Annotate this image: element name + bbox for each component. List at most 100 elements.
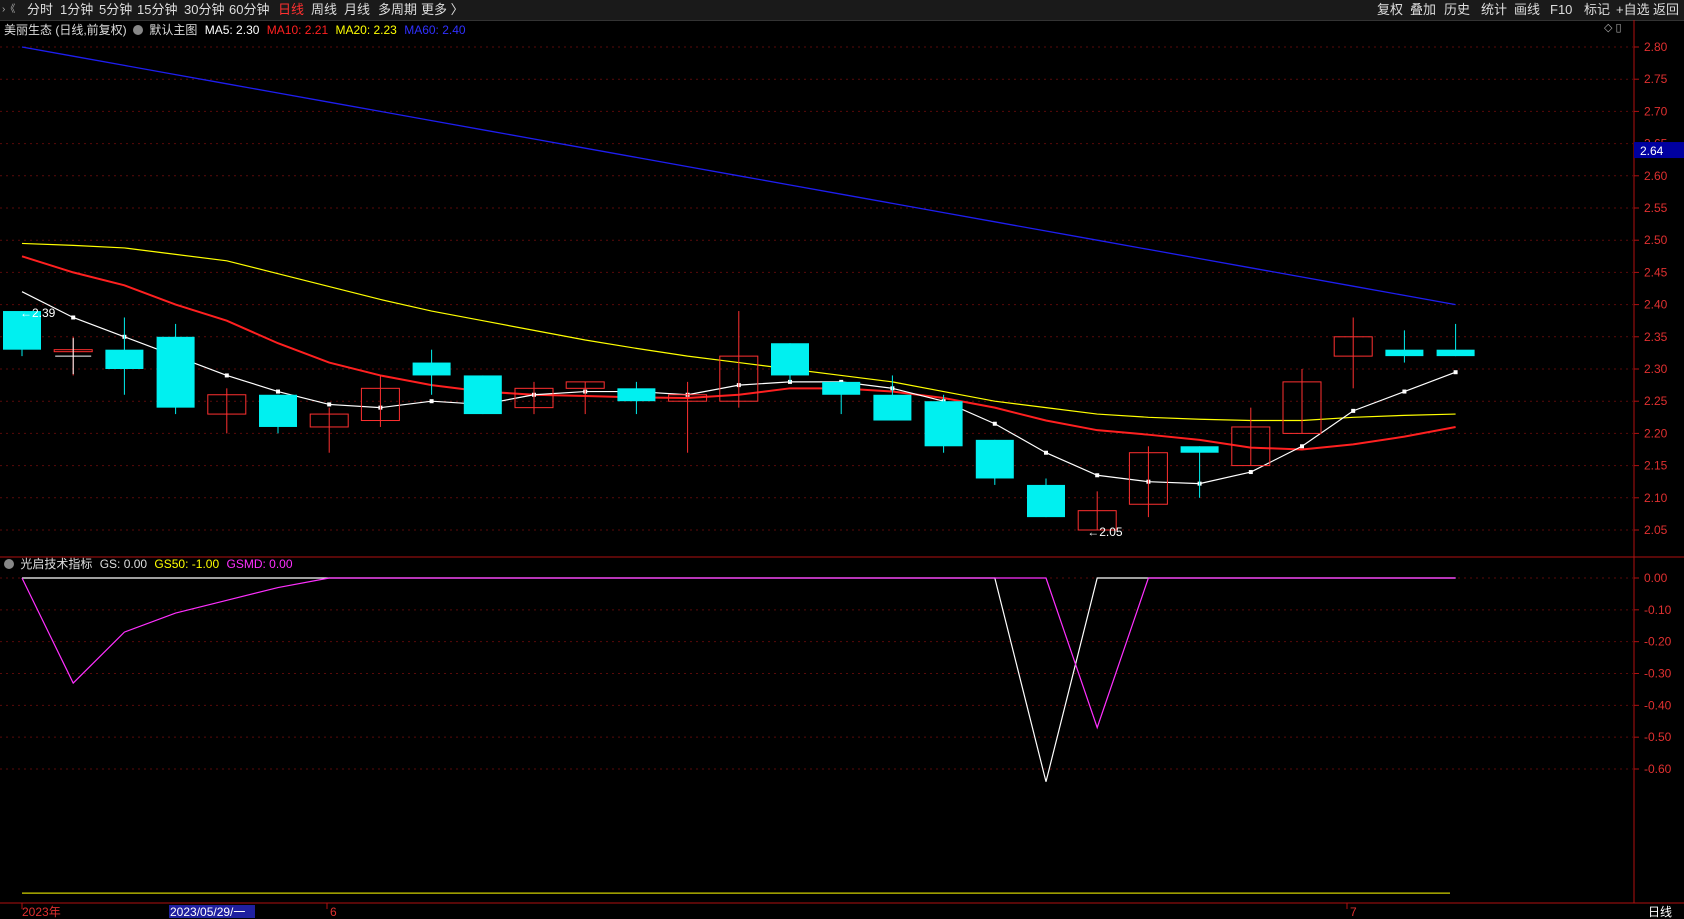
- candle-body: [617, 388, 656, 402]
- candle-body: [1180, 446, 1219, 453]
- period-tab-10[interactable]: 更多 〉: [421, 2, 464, 18]
- candle-body: [975, 439, 1014, 479]
- current-price-marker-text: 2.64: [1640, 144, 1664, 158]
- ma5-point: [992, 421, 997, 426]
- toolbar-right-button-6[interactable]: 标记: [1584, 2, 1610, 18]
- ma5-point: [1146, 479, 1151, 484]
- toolbar-right-button-4[interactable]: 画线: [1514, 2, 1540, 18]
- ma5-point: [173, 354, 178, 359]
- candle-body: [668, 394, 708, 402]
- ma10-line: [21, 255, 1456, 451]
- candle-body: [412, 362, 451, 376]
- period-tab-8[interactable]: 月线: [344, 2, 370, 18]
- ma5-point: [378, 405, 383, 410]
- stock-title: 美丽生态 (日线,前复权): [4, 23, 127, 37]
- price-tick-label: 2.10: [1644, 491, 1668, 505]
- period-tab-7[interactable]: 周线: [311, 2, 337, 18]
- candle-body: [822, 381, 861, 395]
- price-tick-label: 2.55: [1644, 201, 1668, 215]
- candle-body: [1333, 336, 1373, 357]
- period-tab-6[interactable]: 日线: [278, 2, 304, 18]
- indicator-title-bar: 光启技术指标 GS: 0.00 GS50: -1.00 GSMD: 0.00: [0, 555, 293, 573]
- candle-body: [53, 349, 93, 353]
- price-tick-label: 2.80: [1644, 40, 1668, 54]
- ma5-point: [736, 383, 741, 388]
- dropdown-circle-icon[interactable]: [133, 24, 144, 35]
- price-tick-label: 2.40: [1644, 298, 1668, 312]
- period-tab-2[interactable]: 5分钟: [99, 2, 132, 18]
- ma60-line: [21, 46, 1456, 306]
- period-tab-0[interactable]: 分时: [27, 2, 53, 18]
- ma5-point: [122, 334, 127, 339]
- candle-body: [719, 355, 759, 402]
- gsmd-label: GSMD: 0.00: [226, 557, 293, 571]
- candle-body: [309, 413, 349, 428]
- indicator-menu-icon[interactable]: [4, 558, 14, 569]
- toolbar-right-button-1[interactable]: 叠加: [1410, 2, 1436, 18]
- chart-tool-icons[interactable]: ◇ ▯: [1604, 21, 1622, 34]
- indicator-tick-label: -0.20: [1644, 635, 1672, 649]
- price-tick-label: 2.05: [1644, 523, 1668, 537]
- ma5-label: MA5: 2.30: [204, 23, 260, 37]
- ma5-point: [1197, 481, 1202, 486]
- price-tick-label: 2.60: [1644, 169, 1668, 183]
- price-tick-label: 2.75: [1644, 72, 1668, 86]
- gs50-label: GS50: -1.00: [154, 557, 220, 571]
- ma5-point: [1300, 444, 1304, 449]
- current-price-marker-box: [1634, 142, 1684, 159]
- cursor-date-label-bg: [169, 905, 255, 918]
- ma5-point: [224, 373, 229, 378]
- toolbar-right-button-5[interactable]: F10: [1550, 2, 1572, 18]
- indicator-tick-label: 0.00: [1644, 571, 1668, 585]
- gs-line: [22, 577, 1456, 782]
- price-tick-label: 2.45: [1644, 265, 1668, 279]
- ma5-point: [276, 389, 280, 394]
- ma5-point: [1402, 389, 1407, 394]
- toolbar-right-button-7[interactable]: +自选: [1616, 2, 1650, 18]
- toolbar-right-button-3[interactable]: 统计: [1481, 2, 1507, 18]
- high-price-annotation: ←2.39: [20, 306, 56, 320]
- ma20-line: [21, 242, 1456, 422]
- price-tick-label: 2.35: [1644, 330, 1668, 344]
- candle-body: [207, 394, 247, 415]
- candle-body: [1385, 349, 1424, 357]
- indicator-tick-label: -0.60: [1644, 762, 1672, 776]
- toolbar-right-button-8[interactable]: 返回: [1653, 2, 1679, 18]
- indicator-tick-label: -0.40: [1644, 698, 1672, 712]
- ma5-point: [1453, 370, 1458, 375]
- ma10-label: MA10: 2.21: [266, 23, 329, 37]
- period-tab-5[interactable]: 60分钟: [229, 2, 269, 18]
- price-tick-label: 2.30: [1644, 362, 1668, 376]
- candle-body: [259, 394, 297, 427]
- candle-body: [360, 387, 400, 422]
- period-tab-4[interactable]: 30分钟: [184, 2, 224, 18]
- candle-body: [565, 381, 605, 389]
- toolbar-right-button-0[interactable]: 复权: [1377, 2, 1403, 18]
- ma5-point: [71, 315, 76, 320]
- toolbar-right-button-2[interactable]: 历史: [1444, 2, 1470, 18]
- candle-body: [105, 349, 144, 369]
- price-tick-label: 2.50: [1644, 233, 1668, 247]
- price-tick-label: 2.20: [1644, 426, 1668, 440]
- period-toolbar: ›《 分时 1分钟 5分钟 15分钟 30分钟 60分钟 日线 周线 月线 多周期 更多 〉 复权 叠加历…: [0, 0, 1684, 21]
- period-tab-1[interactable]: 1分钟: [60, 2, 93, 18]
- indicator-name[interactable]: 光启技术指标: [20, 557, 92, 571]
- price-tick-label: 2.15: [1644, 459, 1668, 473]
- ma5-point: [890, 386, 895, 391]
- low-price-annotation: ←2.05: [1087, 525, 1123, 539]
- candle-body: [1231, 426, 1271, 467]
- month-6-label: 6: [330, 905, 337, 919]
- ma5-point: [685, 392, 690, 397]
- toolbar-collapse-icon[interactable]: ›《: [2, 2, 15, 18]
- price-tick-label: 2.70: [1644, 104, 1668, 118]
- period-tab-9[interactable]: 多周期: [378, 2, 417, 18]
- candle-body: [1282, 381, 1322, 434]
- period-tab-3[interactable]: 15分钟: [137, 2, 177, 18]
- month-7-label: 7: [1350, 905, 1357, 919]
- candle-body: [156, 336, 195, 408]
- candle-body: [1077, 510, 1117, 531]
- default-main-chart-label[interactable]: 默认主图: [149, 23, 197, 37]
- ma5-point: [634, 389, 639, 394]
- ma5-line: [21, 291, 1456, 485]
- candle-body: [771, 343, 809, 376]
